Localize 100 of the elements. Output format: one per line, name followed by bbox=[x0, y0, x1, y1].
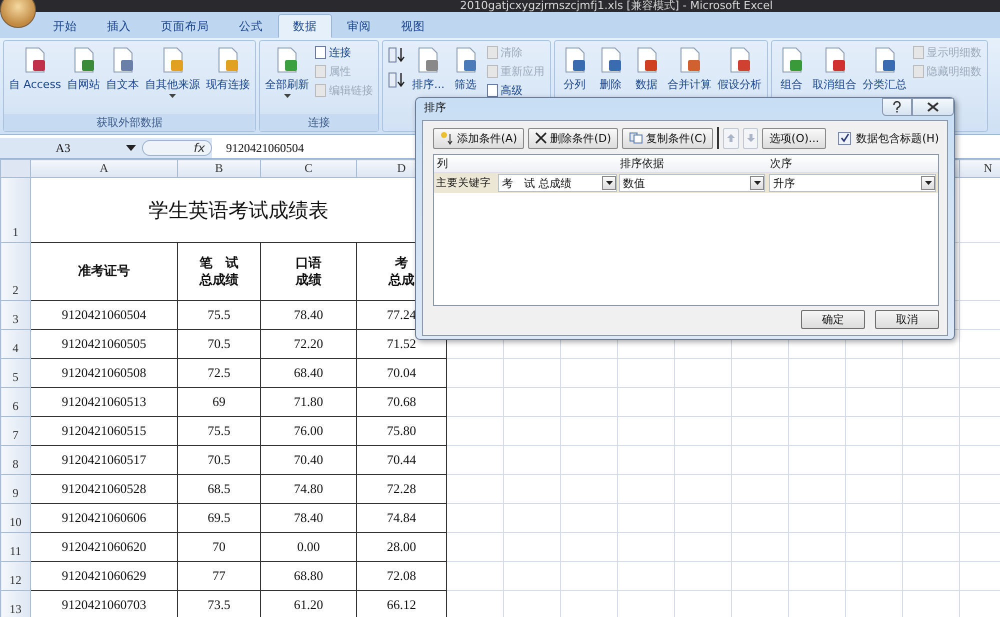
ribbon-button[interactable]: 连接 bbox=[312, 43, 376, 61]
table-cell: 77 bbox=[178, 562, 260, 590]
copy-icon bbox=[629, 132, 644, 144]
column-header[interactable]: C bbox=[260, 160, 356, 178]
row-header[interactable]: 5 bbox=[0, 358, 30, 388]
small-document-icon bbox=[315, 84, 326, 96]
column-header[interactable]: B bbox=[178, 160, 260, 178]
table-cell: 9120421060508 bbox=[30, 358, 178, 388]
table-cell: 9120421060620 bbox=[30, 532, 178, 562]
sort-level-row[interactable]: 主要关键字 考 试 总成绩 数值 升序 bbox=[434, 173, 938, 193]
ribbon-tab[interactable]: 插入 bbox=[92, 14, 146, 38]
table-cell: 72.28 bbox=[356, 474, 446, 504]
table-cell: 70.68 bbox=[356, 388, 446, 416]
toolbar-button[interactable]: 复制条件(C) bbox=[622, 128, 714, 148]
row-header[interactable]: 13 bbox=[0, 590, 30, 617]
delete-icon bbox=[535, 132, 548, 144]
ribbon-button[interactable]: 组合 bbox=[774, 43, 810, 94]
row-header[interactable]: 11 bbox=[0, 532, 30, 562]
column-header[interactable]: N bbox=[960, 160, 1000, 178]
ribbon-button[interactable]: 排序... bbox=[409, 43, 448, 94]
checkbox[interactable] bbox=[838, 132, 852, 144]
close-button[interactable] bbox=[912, 98, 954, 116]
column-dropdown[interactable]: 考 试 总成绩 bbox=[498, 174, 617, 192]
row-header[interactable]: 6 bbox=[0, 388, 30, 416]
ribbon-tab[interactable]: 审阅 bbox=[332, 14, 386, 38]
ribbon-tab[interactable]: 页面布局 bbox=[146, 14, 224, 38]
toolbar-button[interactable]: 删除条件(D) bbox=[528, 128, 618, 148]
order-dropdown[interactable]: 升序 bbox=[769, 174, 936, 192]
ribbon-button[interactable]: 取消组合 bbox=[810, 43, 860, 94]
ribbon-button[interactable]: 分列 bbox=[556, 43, 593, 94]
table-cell: 70 bbox=[178, 532, 260, 562]
ribbon-button[interactable]: 现有连接 bbox=[203, 43, 254, 94]
ribbon-tab[interactable]: 公式 bbox=[224, 14, 278, 38]
column-title: 准考证号 bbox=[78, 264, 130, 279]
table-cell: 68.80 bbox=[260, 562, 356, 590]
row-header[interactable]: 4 bbox=[0, 330, 30, 358]
sort-icon bbox=[388, 71, 406, 89]
table-cell: 68.5 bbox=[178, 474, 260, 504]
table-cell: 0.00 bbox=[260, 532, 356, 562]
sort-icon bbox=[388, 46, 406, 64]
row-header[interactable]: 7 bbox=[0, 416, 30, 446]
table-cell: 75.5 bbox=[178, 300, 260, 330]
table-cell: 72.08 bbox=[356, 562, 446, 590]
row-header[interactable]: 12 bbox=[0, 562, 30, 590]
ribbon-button[interactable]: 数据 bbox=[628, 43, 665, 94]
small-document-icon bbox=[486, 64, 498, 78]
table-cell: 70.5 bbox=[178, 446, 260, 474]
toolbar-button[interactable]: 添加条件(A) bbox=[433, 128, 524, 148]
small-document-icon bbox=[486, 46, 498, 58]
name-box[interactable]: A3 bbox=[0, 140, 126, 156]
row-header[interactable]: 1 bbox=[0, 178, 30, 242]
table-cell: 68.40 bbox=[260, 358, 356, 388]
table-cell: 78.40 bbox=[260, 300, 356, 330]
dialog-title: 排序 bbox=[424, 100, 446, 114]
table-cell: 9120421060629 bbox=[30, 562, 178, 590]
ribbon-button[interactable]: 自 Access bbox=[6, 43, 64, 94]
ribbon-button[interactable]: 删除 bbox=[592, 43, 629, 94]
caret-icon bbox=[606, 181, 612, 185]
row-header[interactable]: 3 bbox=[0, 300, 30, 330]
column-title: 口语 bbox=[296, 256, 322, 270]
table-cell: 74.80 bbox=[260, 474, 356, 504]
help-icon bbox=[892, 101, 902, 113]
table-cell: 9120421060504 bbox=[30, 300, 178, 330]
caret-icon bbox=[924, 181, 932, 185]
column-header[interactable]: A bbox=[30, 160, 178, 178]
ribbon-button[interactable]: 筛选 bbox=[448, 43, 484, 94]
table-cell: 75.5 bbox=[178, 416, 260, 446]
dialog-button[interactable]: 取消 bbox=[875, 310, 939, 329]
row-header[interactable]: 9 bbox=[0, 474, 30, 504]
help-button[interactable] bbox=[882, 98, 912, 116]
ribbon-button[interactable]: 假设分析 bbox=[714, 43, 765, 94]
ribbon-tab[interactable]: 数据 bbox=[278, 14, 332, 38]
ribbon-button[interactable]: 自网站 bbox=[64, 43, 104, 94]
table-cell: 72.5 bbox=[178, 358, 260, 388]
row-header[interactable]: 2 bbox=[0, 242, 30, 300]
table-cell: 70.44 bbox=[356, 446, 446, 474]
row-header[interactable]: 10 bbox=[0, 504, 30, 532]
column-title: 笔 试 bbox=[200, 256, 238, 270]
ribbon-button[interactable]: 合并计算 bbox=[664, 43, 715, 94]
toolbar-button[interactable]: 选项(O)... bbox=[762, 128, 826, 148]
column-title: 成绩 bbox=[296, 272, 322, 288]
ribbon-button[interactable]: 高级 bbox=[484, 81, 548, 99]
ribbon-button[interactable]: 分类汇总 bbox=[860, 43, 910, 94]
table-cell: 71.80 bbox=[260, 388, 356, 416]
table-cell: 70.5 bbox=[178, 330, 260, 358]
table-cell: 75.80 bbox=[356, 416, 446, 446]
ribbon-tab[interactable]: 视图 bbox=[386, 14, 440, 38]
ribbon-button[interactable]: 自文本 bbox=[103, 43, 142, 94]
small-document-icon bbox=[912, 46, 924, 58]
ribbon-button[interactable]: 自其他来源 bbox=[142, 43, 204, 100]
row-header[interactable]: 8 bbox=[0, 446, 30, 474]
ribbon-button[interactable]: 全部刷新 bbox=[262, 43, 312, 100]
sort-on-dropdown[interactable]: 数值 bbox=[619, 174, 765, 192]
dialog-button[interactable]: 确定 bbox=[801, 310, 865, 329]
close-icon bbox=[927, 102, 939, 112]
function-button[interactable]: fx bbox=[194, 141, 205, 155]
add-sort-icon bbox=[440, 131, 454, 145]
table-cell: 9120421060606 bbox=[30, 504, 178, 532]
ribbon-tab[interactable]: 开始 bbox=[38, 14, 92, 38]
table-cell: 76.00 bbox=[260, 416, 356, 446]
